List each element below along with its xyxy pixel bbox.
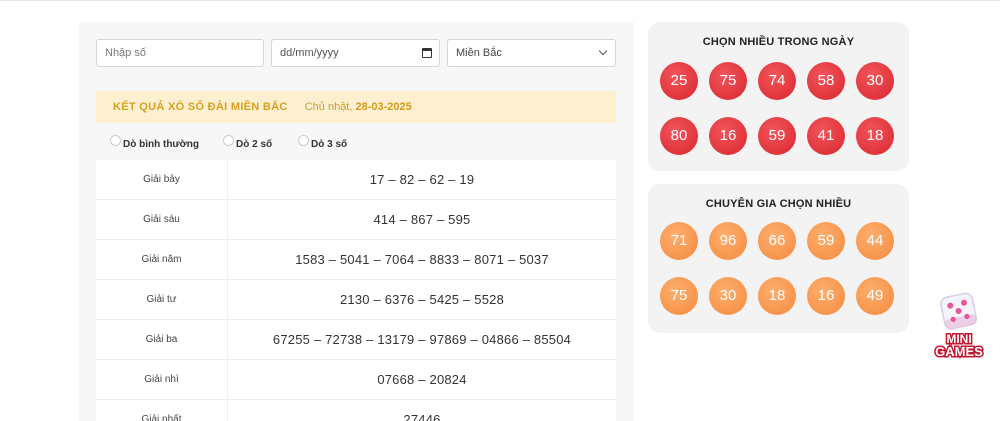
lottery-results-section: Nhập số dd/mm/yyyy Miền Bắc KẾT QUẢ XỔ S… <box>79 22 634 421</box>
games-label: GAMES <box>935 344 983 359</box>
number-ball[interactable]: 74 <box>758 62 796 100</box>
radio-button[interactable] <box>298 135 309 146</box>
table-row: Giải nhất 27446 <box>96 400 616 421</box>
number-ball[interactable]: 49 <box>856 277 894 315</box>
number-ball[interactable]: 58 <box>807 62 845 100</box>
results-table: Giải bảy 17 – 82 – 62 – 19 Giải sáu 414 – … <box>96 160 616 421</box>
number-ball[interactable]: 80 <box>660 117 698 155</box>
date-input[interactable]: dd/mm/yyyy <box>271 39 440 67</box>
results-day: Chủ nhật, 28-03-2025 <box>305 101 412 113</box>
prize-numbers: 2130 – 6376 – 5425 – 5528 <box>339 292 505 307</box>
number-ball[interactable]: 75 <box>709 62 747 100</box>
search-filters: Nhập số dd/mm/yyyy Miền Bắc <box>96 39 616 67</box>
chevron-down-icon <box>598 46 608 56</box>
table-row: Giải năm 1583 – 5041 – 7064 – 8833 – 8071… <box>96 240 616 280</box>
table-row: Giải ba 67255 – 72738 – 13179 – 97869 – 0… <box>96 320 616 360</box>
number-search-input[interactable]: Nhập số <box>96 39 264 67</box>
number-ball[interactable]: 41 <box>807 117 845 155</box>
results-header-banner: KẾT QUẢ XỔ SỐ ĐÀI MIỀN BẮC Chủ nhật, 28-… <box>96 91 616 123</box>
number-ball[interactable]: 30 <box>709 277 747 315</box>
expert-picks-panel: CHUYÊN GIA CHỌN NHIỀU 71 96 66 59 44 75 … <box>648 184 909 333</box>
expert-picks-title: CHUYÊN GIA CHỌN NHIỀU <box>705 198 852 210</box>
table-row: Giải tư 2130 – 6376 – 5425 – 5528 <box>96 280 616 320</box>
region-select[interactable]: Miền Bắc <box>447 39 616 67</box>
prize-numbers: 1583 – 5041 – 7064 – 8833 – 8071 – 5037 <box>295 252 549 267</box>
calendar-icon[interactable] <box>422 48 432 58</box>
results-date: 28-03-2025 <box>355 101 412 113</box>
prize-numbers: 07668 – 20824 <box>377 372 467 387</box>
prize-name: Giải nhì <box>96 360 228 400</box>
prize-numbers: 414 – 867 – 595 <box>373 212 471 227</box>
number-ball[interactable]: 16 <box>709 117 747 155</box>
mode-3-digits[interactable]: Dò 3 số <box>298 135 348 150</box>
prize-name: Giải bảy <box>96 160 228 200</box>
date-input-text: dd/mm/yyyy <box>280 47 339 59</box>
table-row: Giải bảy 17 – 82 – 62 – 19 <box>96 160 616 200</box>
number-ball[interactable]: 71 <box>660 222 698 260</box>
region-select-value: Miền Bắc <box>456 47 502 59</box>
number-ball[interactable]: 44 <box>856 222 894 260</box>
prize-name: Giải sáu <box>96 200 228 240</box>
number-ball[interactable]: 96 <box>709 222 747 260</box>
popular-today-panel: CHỌN NHIỀU TRONG NGÀY 25 75 74 58 30 80 … <box>648 22 909 171</box>
number-ball[interactable]: 18 <box>856 117 894 155</box>
prize-name: Giải tư <box>96 280 228 320</box>
prize-name: Giải nhất <box>96 400 228 421</box>
number-ball[interactable]: 66 <box>758 222 796 260</box>
dice-icon: MINI GAMES <box>934 292 985 361</box>
table-row: Giải sáu 414 – 867 – 595 <box>96 200 616 240</box>
number-ball[interactable]: 59 <box>807 222 845 260</box>
mode-label: Dò 2 số <box>236 139 273 150</box>
number-ball[interactable]: 75 <box>660 277 698 315</box>
mode-2-digits[interactable]: Dò 2 số <box>223 135 273 150</box>
radio-button[interactable] <box>223 135 234 146</box>
prize-name: Giải năm <box>96 240 228 280</box>
number-ball[interactable]: 18 <box>758 277 796 315</box>
number-ball[interactable]: 25 <box>660 62 698 100</box>
mode-label: Dò 3 số <box>311 139 348 150</box>
mode-label: Dò bình thường <box>123 139 199 150</box>
number-ball[interactable]: 30 <box>856 62 894 100</box>
number-ball[interactable]: 59 <box>758 117 796 155</box>
top-divider <box>0 0 1000 1</box>
popular-today-title: CHỌN NHIỀU TRONG NGÀY <box>702 36 855 48</box>
results-title: KẾT QUẢ XỔ SỐ ĐÀI MIỀN BẮC <box>113 101 288 113</box>
table-row: Giải nhì 07668 – 20824 <box>96 360 616 400</box>
number-ball[interactable]: 16 <box>807 277 845 315</box>
prize-name: Giải ba <box>96 320 228 360</box>
mini-games-button[interactable]: MINI GAMES <box>923 289 995 361</box>
mode-normal[interactable]: Dò bình thường <box>110 135 199 150</box>
prize-numbers: 17 – 82 – 62 – 19 <box>369 172 475 187</box>
prize-numbers: 27446 <box>403 412 441 421</box>
prize-numbers: 67255 – 72738 – 13179 – 97869 – 04866 – … <box>272 332 572 347</box>
results-day-text: Chủ nhật, <box>304 101 353 113</box>
radio-button[interactable] <box>110 135 121 146</box>
